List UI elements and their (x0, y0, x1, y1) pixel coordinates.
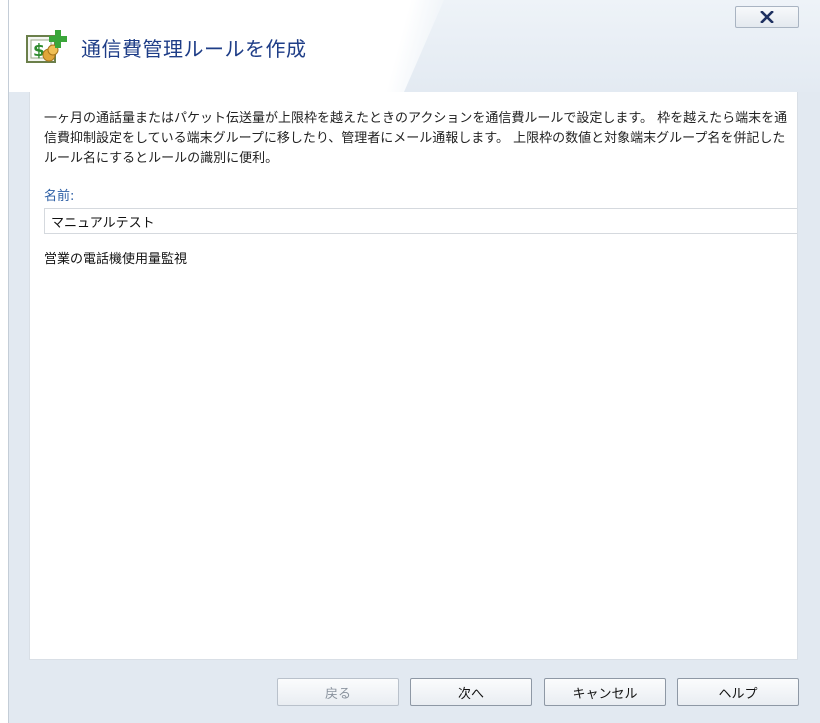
close-button[interactable] (735, 6, 799, 28)
dialog-title: 通信費管理ルールを作成 (81, 37, 307, 61)
close-icon (760, 8, 774, 27)
content-panel: 一ヶ月の通話量またはパケット伝送量が上限枠を越えたときのアクションを通信費ルール… (29, 92, 798, 660)
name-label: 名前: (44, 189, 75, 204)
cancel-button[interactable]: キャンセル (544, 678, 666, 706)
wizard-dialog: $ 通信費管理ルールを作成 一ヶ月の通話量またはパケット伝送量が上限枠を越えたと… (8, 0, 820, 723)
cost-rule-add-icon: $ (25, 28, 71, 66)
name-input[interactable] (44, 208, 797, 234)
title-bar: $ 通信費管理ルールを作成 (9, 0, 820, 92)
help-button[interactable]: ヘルプ (677, 678, 799, 706)
rule-description-text: 一ヶ月の通話量またはパケット伝送量が上限枠を越えたときのアクションを通信費ルール… (44, 111, 788, 166)
next-button[interactable]: 次へ (410, 678, 532, 706)
back-button[interactable]: 戻る (277, 678, 399, 706)
svg-text:$: $ (33, 41, 45, 61)
description-field[interactable]: 営業の電話機使用量監視 (44, 248, 187, 267)
